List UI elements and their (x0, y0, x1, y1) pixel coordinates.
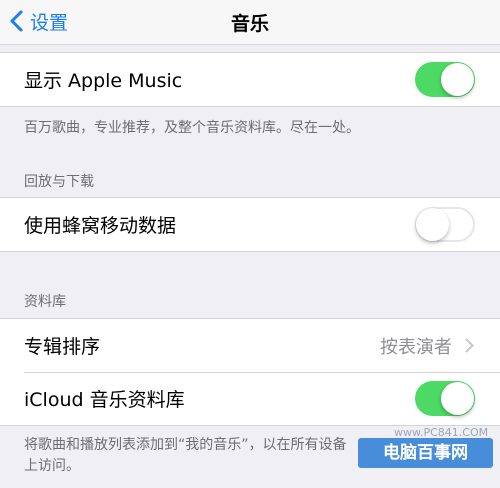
playback-download-header: 回放与下载 (24, 174, 94, 190)
apple-music-note: 百万歌曲，专业推荐，及整个音乐资料库。尽在一处。 (24, 120, 360, 136)
page-title: 音乐 (230, 13, 269, 35)
show-apple-music-row: 显示 Apple Music (0, 53, 500, 106)
show-apple-music-label: 显示 Apple Music (24, 70, 183, 92)
album-sort-value: 按表演者 (380, 336, 452, 358)
album-sort-row[interactable]: 专辑排序 按表演者 (0, 319, 500, 372)
library-header: 资料库 (24, 294, 66, 310)
toggle-knob (441, 63, 474, 96)
show-apple-music-toggle[interactable] (415, 62, 475, 97)
cellular-data-row: 使用蜂窝移动数据 (0, 198, 500, 251)
album-sort-label: 专辑排序 (24, 336, 101, 358)
icloud-library-note: 将歌曲和播放列表添加到“我的音乐”，以在所有设备上访问。 (24, 437, 347, 474)
icloud-library-toggle[interactable] (415, 381, 475, 416)
playback-group: 使用蜂窝移动数据 (0, 197, 500, 252)
cellular-data-label: 使用蜂窝移动数据 (24, 215, 177, 237)
icloud-library-row: iCloud 音乐资料库 (0, 372, 500, 425)
apple-music-group: 显示 Apple Music (0, 52, 500, 107)
icloud-library-label: iCloud 音乐资料库 (24, 389, 185, 411)
chevron-right-icon (465, 338, 474, 357)
library-group: 专辑排序 按表演者 iCloud 音乐资料库 (0, 318, 500, 426)
cellular-data-toggle[interactable] (415, 207, 475, 242)
watermark: www.PC841.COM 电脑百事网 (358, 426, 493, 478)
toggle-knob (416, 208, 449, 241)
watermark-name: 电脑百事网 (358, 438, 493, 468)
navigation-bar: 设置 音乐 (0, 0, 500, 45)
toggle-knob (441, 382, 474, 415)
